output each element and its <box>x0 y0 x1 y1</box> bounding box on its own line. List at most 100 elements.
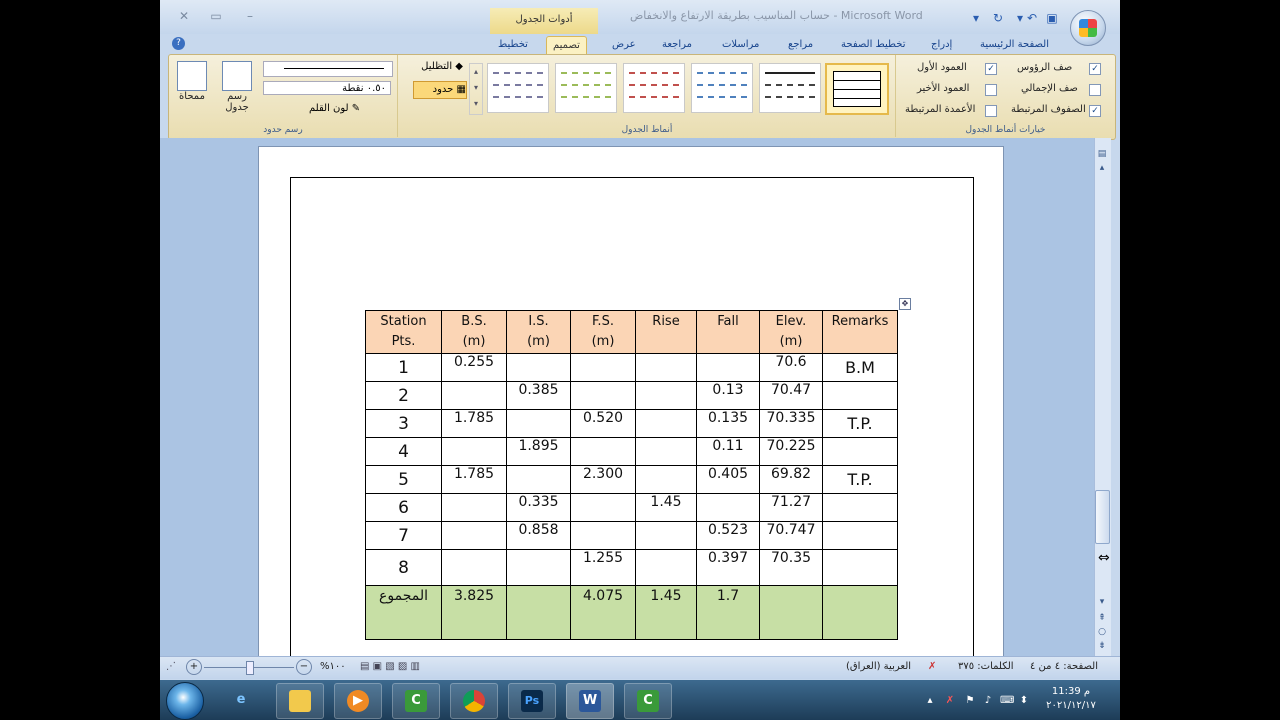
draw-table-button[interactable]: رسم جدول <box>217 61 257 113</box>
is-cell[interactable]: 1.895 <box>506 437 571 466</box>
page-number[interactable]: الصفحة: ٤ من ٤ <box>1030 661 1098 672</box>
station-cell[interactable]: 4 <box>365 437 442 466</box>
fall-cell[interactable]: 0.13 <box>696 381 760 410</box>
word-count[interactable]: الكلمات: ٣٧٥ <box>958 661 1014 672</box>
is-cell[interactable] <box>506 549 571 586</box>
office-button[interactable] <box>1070 10 1106 46</box>
total-elev-cell[interactable] <box>759 585 823 640</box>
elev-cell[interactable]: 70.47 <box>759 381 823 410</box>
undo-icon[interactable]: ↶ <box>1024 10 1040 26</box>
total-label-cell[interactable]: المجموع <box>365 585 442 640</box>
resize-grip-icon[interactable]: ⋰ <box>166 661 176 672</box>
fs-cell[interactable]: 0.520 <box>570 409 636 438</box>
start-button[interactable] <box>166 682 204 720</box>
previous-page-icon[interactable]: ⇞ <box>1096 612 1108 624</box>
rise-cell[interactable]: 1.45 <box>635 493 697 522</box>
station-cell[interactable]: 5 <box>365 465 442 494</box>
fall-cell[interactable]: 0.405 <box>696 465 760 494</box>
fall-cell[interactable]: 0.11 <box>696 437 760 466</box>
help-icon[interactable]: ? <box>172 37 185 50</box>
taskbar-word[interactable]: W <box>566 683 614 719</box>
action-center-icon[interactable]: ⚑ <box>964 695 976 707</box>
language-indicator[interactable]: العربية (العراق) <box>846 661 911 672</box>
last-column-checkbox[interactable] <box>985 84 997 96</box>
header-cell[interactable]: Rise <box>635 310 697 354</box>
station-cell[interactable]: 3 <box>365 409 442 438</box>
header-cell[interactable]: I.S. (m) <box>506 310 571 354</box>
taskbar-camtasia-recorder[interactable]: C <box>624 683 672 719</box>
station-cell[interactable]: 6 <box>365 493 442 522</box>
bs-cell[interactable]: 1.785 <box>441 465 507 494</box>
first-column-checkbox[interactable]: ✓ <box>985 63 997 75</box>
fs-cell[interactable] <box>570 493 636 522</box>
bs-cell[interactable] <box>441 381 507 410</box>
fs-cell[interactable] <box>570 521 636 550</box>
table-style-swatch[interactable] <box>623 63 685 113</box>
rise-cell[interactable] <box>635 521 697 550</box>
taskbar-ie[interactable]: e <box>218 683 264 717</box>
styles-gallery-scroll[interactable]: ▴ ▾ ▾ <box>469 63 483 115</box>
line-style-select[interactable] <box>263 61 393 77</box>
zoom-level[interactable]: %١٠٠ <box>320 661 346 672</box>
next-page-icon[interactable]: ⇟ <box>1096 640 1108 652</box>
save-icon[interactable]: ▣ <box>1044 10 1060 26</box>
minimize-window-button[interactable]: – <box>240 9 260 23</box>
zoom-in-icon[interactable]: + <box>186 659 202 675</box>
total-row-checkbox[interactable] <box>1089 84 1101 96</box>
taskbar-photoshop[interactable]: Ps <box>508 683 556 719</box>
header-cell[interactable]: Remarks <box>822 310 898 354</box>
table-style-swatch-selected[interactable] <box>825 63 889 115</box>
scroll-up-icon[interactable]: ▴ <box>1096 162 1108 174</box>
banded-columns-checkbox[interactable] <box>985 105 997 117</box>
taskbar-chrome[interactable] <box>450 683 498 719</box>
network-icon[interactable]: ✗ <box>944 695 956 707</box>
rise-cell[interactable] <box>635 437 697 466</box>
tab-mailings[interactable]: مراسلات <box>716 36 765 54</box>
taskbar-media[interactable]: ▶ <box>334 683 382 719</box>
tab-home[interactable]: الصفحة الرئيسية <box>974 36 1055 54</box>
eraser-button[interactable]: ممحاة <box>175 61 209 102</box>
header-cell[interactable]: F.S. (m) <box>570 310 636 354</box>
bs-cell[interactable] <box>441 437 507 466</box>
tab-insert[interactable]: إدراج <box>925 36 958 54</box>
taskbar-explorer[interactable] <box>276 683 324 719</box>
view-buttons-icon[interactable]: ▤ ▣ ▧ ▨ ▥ <box>360 661 420 672</box>
header-row-checkbox[interactable]: ✓ <box>1089 63 1101 75</box>
qat-customize-icon[interactable]: ▾ <box>968 10 984 26</box>
header-cell[interactable]: Station Pts. <box>365 310 442 354</box>
is-cell[interactable]: 0.335 <box>506 493 571 522</box>
remarks-cell[interactable] <box>822 521 898 550</box>
total-rise-cell[interactable]: 1.45 <box>635 585 697 640</box>
clock[interactable]: 11:39 م ٢٠٢١/١٢/١٧ <box>1036 685 1106 713</box>
tab-page-layout[interactable]: تخطيط الصفحة <box>835 36 912 54</box>
remarks-cell[interactable] <box>822 381 898 410</box>
banded-rows-checkbox[interactable]: ✓ <box>1089 105 1101 117</box>
is-cell[interactable]: 0.385 <box>506 381 571 410</box>
fs-cell[interactable]: 1.255 <box>570 549 636 586</box>
table-style-swatch[interactable] <box>555 63 617 113</box>
scrollbar-thumb[interactable] <box>1095 490 1110 544</box>
total-bs-cell[interactable]: 3.825 <box>441 585 507 640</box>
language-tray-icon[interactable]: ⬍ <box>1018 695 1030 707</box>
fs-cell[interactable] <box>570 437 636 466</box>
bs-cell[interactable] <box>441 549 507 586</box>
remarks-cell[interactable] <box>822 549 898 586</box>
is-cell[interactable] <box>506 465 571 494</box>
redo-icon[interactable]: ↻ <box>990 10 1006 26</box>
rise-cell[interactable] <box>635 465 697 494</box>
is-cell[interactable] <box>506 353 571 382</box>
table-style-swatch[interactable] <box>691 63 753 113</box>
remarks-cell[interactable] <box>822 493 898 522</box>
elev-cell[interactable]: 70.335 <box>759 409 823 438</box>
remarks-cell[interactable] <box>822 437 898 466</box>
close-window-button[interactable]: ✕ <box>174 9 194 23</box>
bs-cell[interactable] <box>441 493 507 522</box>
header-cell[interactable]: B.S. (m) <box>441 310 507 354</box>
zoom-slider-thumb[interactable] <box>246 661 254 675</box>
shading-button[interactable]: التظليل ◆ <box>403 61 463 72</box>
browse-object-icon[interactable]: ○ <box>1096 626 1108 638</box>
tab-references[interactable]: مراجع <box>782 36 819 54</box>
elev-cell[interactable]: 70.747 <box>759 521 823 550</box>
fall-cell[interactable] <box>696 493 760 522</box>
rise-cell[interactable] <box>635 549 697 586</box>
